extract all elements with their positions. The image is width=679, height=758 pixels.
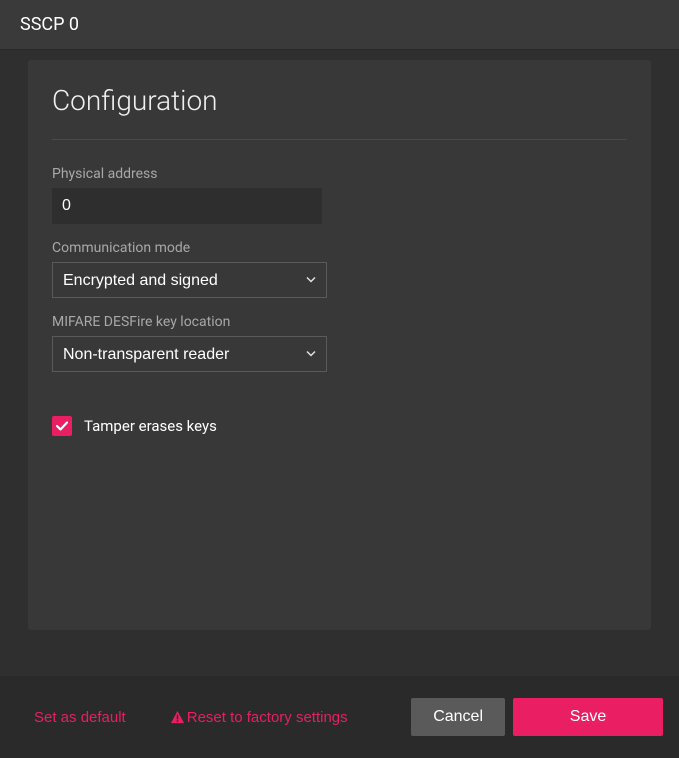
communication-mode-field: Communication mode Encrypted and signed <box>52 240 627 298</box>
titlebar: SSCP 0 <box>0 0 679 50</box>
communication-mode-select[interactable]: Encrypted and signed <box>52 262 327 298</box>
communication-mode-label: Communication mode <box>52 240 627 256</box>
desfire-key-location-select[interactable]: Non-transparent reader <box>52 336 327 372</box>
tamper-erases-keys-label: Tamper erases keys <box>84 417 217 435</box>
main-area: Configuration Physical address Communica… <box>0 50 679 676</box>
physical-address-label: Physical address <box>52 166 627 182</box>
configuration-panel: Configuration Physical address Communica… <box>28 60 651 630</box>
cancel-button[interactable]: Cancel <box>411 698 505 736</box>
tamper-erases-keys-checkbox[interactable] <box>52 416 72 436</box>
window-title: SSCP 0 <box>20 14 659 35</box>
desfire-key-location-field: MIFARE DESFire key location Non-transpar… <box>52 314 627 372</box>
save-button[interactable]: Save <box>513 698 663 736</box>
panel-heading: Configuration <box>52 84 627 140</box>
warning-icon <box>170 710 185 725</box>
check-icon <box>55 419 69 433</box>
footer: Set as default Reset to factory settings… <box>0 676 679 758</box>
desfire-key-location-label: MIFARE DESFire key location <box>52 314 627 330</box>
physical-address-input[interactable] <box>52 188 322 224</box>
physical-address-field: Physical address <box>52 166 627 224</box>
reset-to-factory-label: Reset to factory settings <box>187 709 348 726</box>
tamper-erases-keys-row: Tamper erases keys <box>52 416 627 436</box>
set-as-default-button[interactable]: Set as default <box>30 703 130 732</box>
reset-to-factory-button[interactable]: Reset to factory settings <box>166 703 352 732</box>
